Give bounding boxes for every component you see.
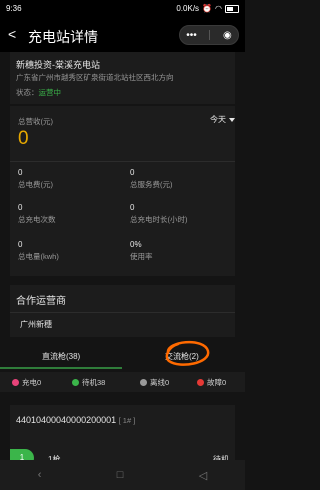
more-dots-icon[interactable]: ••• — [186, 30, 197, 41]
status-time: 9:36 — [6, 4, 22, 13]
status-dot — [12, 379, 19, 386]
target-circle-icon[interactable]: ◉ — [223, 30, 232, 41]
alarm-icon: ⏰ — [202, 4, 213, 13]
nav-home-icon[interactable]: □ — [117, 469, 124, 481]
partner-card: 合作运营商 广州新穗 — [10, 285, 235, 337]
status-icons: 0.0K/s ⏰ ◠ — [176, 4, 239, 13]
partner-name: 广州新穗 — [20, 320, 52, 329]
gun-code: 44010400040000200001 [ 1# ] — [16, 415, 135, 425]
system-navbar: ‹ □ ◁ — [0, 460, 245, 490]
network-speed: 0.0K/s — [176, 4, 200, 13]
gun-status-legend: 充电0 待机38 离线0 故障0 — [0, 372, 245, 392]
battery-icon — [225, 4, 239, 13]
app-header: < 充电站详情 ••• ◉ — [0, 18, 245, 52]
caret-down-icon — [229, 117, 235, 122]
period-label: 今天 — [210, 115, 226, 124]
wifi-icon: ◠ — [215, 4, 222, 13]
stat-label: 使用率 — [130, 252, 153, 261]
nav-recent-icon[interactable]: ◁ — [199, 469, 207, 482]
gun-tag: [ 1# ] — [118, 416, 136, 425]
capsule-divider — [209, 30, 211, 40]
legend-label: 待机38 — [82, 378, 106, 387]
stat-label: 总充电次数 — [18, 215, 56, 224]
status-value: 运营中 — [38, 88, 62, 97]
partner-divider — [10, 312, 235, 313]
stat-value: 0 — [18, 168, 23, 177]
status-label: 状态： — [16, 88, 39, 97]
legend-fault: 故障0 — [197, 377, 226, 388]
active-tab-indicator — [0, 367, 122, 369]
stat-label: 总电量(kwh) — [18, 252, 59, 261]
status-dot — [72, 379, 79, 386]
stat-value: 0 — [130, 203, 135, 212]
chevron-left-icon[interactable]: < — [8, 26, 16, 42]
gun-code-value: 44010400040000200001 — [16, 415, 117, 425]
period-selector[interactable]: 今天 — [210, 114, 235, 125]
status-bar: 9:36 0.0K/s ⏰ ◠ — [0, 0, 245, 18]
stat-label: 总电费(元) — [18, 180, 53, 189]
legend-label: 离线0 — [150, 378, 170, 387]
stat-value: 0 — [18, 240, 23, 249]
stat-value: 0% — [130, 240, 142, 249]
station-address: 广东省广州市越秀区矿泉街道北站社区西北方向 — [16, 73, 174, 82]
station-status: 状态：运营中 — [16, 87, 61, 98]
partner-title: 合作运营商 — [16, 296, 66, 307]
stat-label: 总充电时长(小时) — [130, 215, 188, 224]
status-dot — [140, 379, 147, 386]
legend-charging: 充电0 — [12, 377, 41, 388]
page-title: 充电站详情 — [28, 29, 98, 45]
revenue-divider — [10, 161, 235, 162]
total-revenue-value: 0 — [18, 128, 29, 149]
nav-back-icon[interactable]: ‹ — [38, 469, 42, 481]
legend-idle: 待机38 — [72, 377, 105, 388]
station-name: 新穗投资-棠溪充电站 — [16, 60, 100, 70]
legend-label: 故障0 — [207, 378, 227, 387]
mini-program-capsule: ••• ◉ — [179, 25, 239, 45]
status-dot — [197, 379, 204, 386]
stat-label: 总服务费(元) — [130, 180, 173, 189]
annotation-circle — [165, 340, 210, 366]
legend-label: 充电0 — [22, 378, 42, 387]
legend-offline: 离线0 — [140, 377, 169, 388]
stat-value: 0 — [18, 203, 23, 212]
station-info-card: 新穗投资-棠溪充电站 广东省广州市越秀区矿泉街道北站社区西北方向 状态：运营中 — [10, 52, 235, 104]
tab-dc-guns[interactable]: 直流枪(38) — [42, 351, 80, 362]
total-revenue-label: 总营收(元) — [18, 117, 53, 126]
stat-value: 0 — [130, 168, 135, 177]
